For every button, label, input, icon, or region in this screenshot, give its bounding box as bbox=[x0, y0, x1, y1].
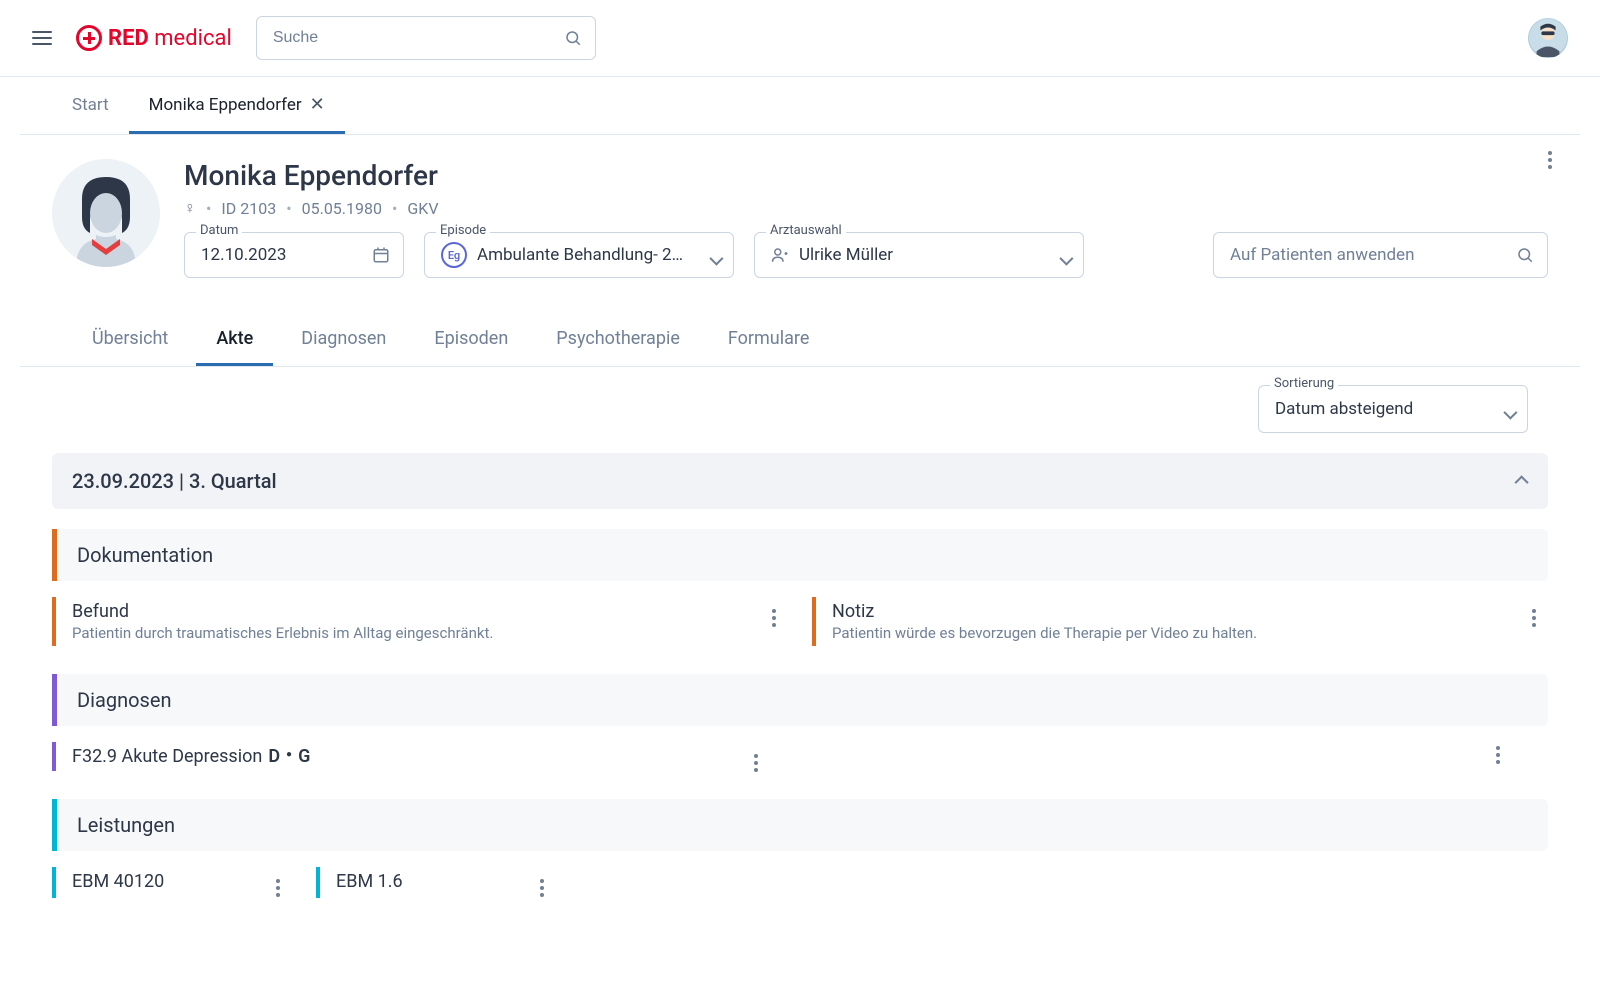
patient-id: ID 2103 bbox=[221, 199, 276, 218]
tab-psychotherapie[interactable]: Psychotherapie bbox=[536, 314, 700, 366]
patient-name: Monika Eppendorfer bbox=[184, 159, 1548, 192]
section-header-diagnosen: Diagnosen bbox=[52, 674, 1548, 726]
diagnosis-suffix-d: D bbox=[268, 746, 280, 767]
calendar-icon[interactable] bbox=[372, 246, 390, 264]
date-group-header[interactable]: 23.09.2023 | 3. Quartal bbox=[52, 453, 1548, 509]
patient-avatar bbox=[52, 159, 160, 267]
logo-text-medical: medical bbox=[154, 26, 232, 51]
date-label: Datum bbox=[196, 223, 242, 238]
diagnosis-suffix-g: G bbox=[298, 746, 310, 767]
tab-patient[interactable]: Monika Eppendorfer ✕ bbox=[129, 77, 345, 134]
patient-apply-group: Auf Patienten anwenden bbox=[1213, 232, 1548, 278]
breadcrumb-tabs: Start Monika Eppendorfer ✕ bbox=[20, 77, 1580, 135]
diagnosis-code: F32.9 Akute Depression bbox=[72, 746, 262, 767]
section-leistungen: Leistungen EBM 40120 EBM 1.6 bbox=[52, 799, 1548, 898]
user-avatar[interactable] bbox=[1528, 18, 1568, 58]
episode-select[interactable]: Eg Ambulante Behandlung- 2… bbox=[424, 232, 734, 278]
tab-akte[interactable]: Akte bbox=[196, 314, 273, 366]
hamburger-menu-icon[interactable] bbox=[32, 31, 52, 45]
section-dokumentation: Dokumentation Befund Patientin durch tra… bbox=[52, 529, 1548, 646]
patient-insurance: GKV bbox=[407, 199, 438, 218]
tab-diagnosen[interactable]: Diagnosen bbox=[281, 314, 406, 366]
content-area: 23.09.2023 | 3. Quartal Dokumentation Be… bbox=[0, 433, 1600, 946]
card-title: Befund bbox=[72, 601, 788, 622]
more-menu-icon[interactable] bbox=[1528, 605, 1540, 631]
patient-info: Monika Eppendorfer ♀ • ID 2103 • 05.05.1… bbox=[184, 159, 1548, 278]
sort-field: Sortierung Datum absteigend bbox=[1258, 385, 1528, 433]
doctor-label: Arztauswahl bbox=[766, 223, 846, 238]
card-text: Patientin würde es bevorzugen die Therap… bbox=[832, 624, 1548, 642]
global-search bbox=[256, 16, 596, 60]
sort-row: Sortierung Datum absteigend bbox=[0, 367, 1580, 433]
tab-episoden[interactable]: Episoden bbox=[414, 314, 528, 366]
episode-label: Episode bbox=[436, 223, 490, 238]
person-icon bbox=[771, 246, 789, 264]
more-menu-icon[interactable] bbox=[1492, 742, 1504, 768]
patient-header: Monika Eppendorfer ♀ • ID 2103 • 05.05.1… bbox=[0, 135, 1600, 286]
card-title: Notiz bbox=[832, 601, 1548, 622]
sub-tabs: Übersicht Akte Diagnosen Episoden Psycho… bbox=[20, 294, 1580, 367]
search-input[interactable] bbox=[256, 16, 596, 60]
card-notiz: Notiz Patientin würde es bevorzugen die … bbox=[812, 597, 1548, 646]
more-menu-icon[interactable] bbox=[768, 605, 780, 631]
card-leistung: EBM 1.6 bbox=[316, 867, 556, 898]
more-menu-icon[interactable] bbox=[750, 750, 762, 776]
card-text: Patientin durch traumatisches Erlebnis i… bbox=[72, 624, 788, 642]
card-befund: Befund Patientin durch traumatisches Erl… bbox=[52, 597, 788, 646]
section-header-dokumentation: Dokumentation bbox=[52, 529, 1548, 581]
section-header-leistungen: Leistungen bbox=[52, 799, 1548, 851]
field-row: Datum 12.10.2023 Episode Eg Ambulante Be… bbox=[184, 232, 1548, 278]
sort-label: Sortierung bbox=[1270, 376, 1338, 391]
more-menu-icon[interactable] bbox=[1544, 147, 1556, 173]
patient-apply-input[interactable]: Auf Patienten anwenden bbox=[1213, 232, 1548, 278]
date-group-title: 23.09.2023 | 3. Quartal bbox=[72, 469, 277, 493]
search-icon bbox=[564, 29, 582, 47]
chevron-up-icon bbox=[1515, 475, 1529, 489]
logo-text-red: RED bbox=[108, 26, 149, 51]
leistungen-cards: EBM 40120 EBM 1.6 bbox=[52, 867, 1548, 898]
section-diagnosen: Diagnosen F32.9 Akute Depression D ● G bbox=[52, 674, 1548, 771]
leistung-label: EBM 1.6 bbox=[336, 871, 556, 892]
dot-icon: ● bbox=[286, 749, 292, 760]
search-icon[interactable] bbox=[1516, 246, 1534, 264]
more-menu-icon[interactable] bbox=[272, 875, 284, 901]
tab-patient-label: Monika Eppendorfer bbox=[149, 95, 302, 115]
episode-field-group: Episode Eg Ambulante Behandlung- 2… bbox=[424, 232, 734, 278]
date-field-group: Datum 12.10.2023 bbox=[184, 232, 404, 278]
diagnosen-cards: F32.9 Akute Depression D ● G bbox=[52, 742, 1548, 771]
close-icon[interactable]: ✕ bbox=[310, 96, 325, 114]
patient-birthdate: 05.05.1980 bbox=[302, 199, 382, 218]
logo-icon bbox=[76, 25, 102, 51]
diagnosis-row: F32.9 Akute Depression D ● G bbox=[72, 746, 770, 767]
tab-formulare[interactable]: Formulare bbox=[708, 314, 829, 366]
more-menu-icon[interactable] bbox=[536, 875, 548, 901]
date-input[interactable]: 12.10.2023 bbox=[184, 232, 404, 278]
app-logo[interactable]: RED medical bbox=[76, 25, 232, 51]
patient-meta: ♀ • ID 2103 • 05.05.1980 • GKV bbox=[184, 198, 1548, 218]
leistung-label: EBM 40120 bbox=[72, 871, 292, 892]
doctor-select[interactable]: Ulrike Müller bbox=[754, 232, 1084, 278]
episode-badge-icon: Eg bbox=[441, 242, 467, 268]
doctor-field-group: Arztauswahl Ulrike Müller bbox=[754, 232, 1084, 278]
gender-icon: ♀ bbox=[184, 198, 196, 218]
tab-overview[interactable]: Übersicht bbox=[72, 314, 188, 366]
diagnosis-spacer bbox=[794, 742, 1512, 771]
app-header: RED medical bbox=[0, 0, 1600, 77]
sort-select[interactable]: Datum absteigend bbox=[1258, 385, 1528, 433]
card-leistung: EBM 40120 bbox=[52, 867, 292, 898]
dokumentation-cards: Befund Patientin durch traumatisches Erl… bbox=[52, 597, 1548, 646]
tab-start[interactable]: Start bbox=[52, 77, 129, 134]
card-diagnosis: F32.9 Akute Depression D ● G bbox=[52, 742, 770, 771]
